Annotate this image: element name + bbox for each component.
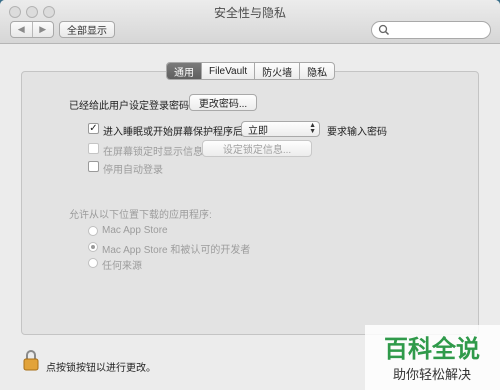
set-lock-message-button[interactable]: 设定锁定信息... [202, 140, 312, 157]
forward-button[interactable]: ▶ [31, 22, 54, 37]
option-anywhere: 任何来源 [102, 261, 142, 272]
tab-firewall[interactable]: 防火墙 [254, 63, 299, 79]
right-arrow-icon: ▶ [39, 24, 47, 34]
tab-general[interactable]: 通用 [167, 63, 201, 79]
select-arrows-icon: ▲ ▼ [309, 122, 316, 135]
tab-filevault[interactable]: FileVault [201, 63, 254, 79]
password-set-label: 已经给此用户设定登录密码 [69, 101, 189, 112]
lock-hint-text: 点按锁按钮以进行更改。 [46, 363, 156, 374]
search-icon [378, 24, 390, 36]
preferences-window: 安全性与隐私 ◀ ▶ 全部显示 通用 FileVault 防火墙 隐私 已经给此… [0, 0, 500, 390]
radio-mac-app-store[interactable] [88, 226, 98, 236]
password-delay-value: 立即 [248, 125, 268, 137]
option-mac-app-store: Mac App Store [102, 225, 168, 236]
require-password-label: 进入睡眠或开始屏幕保护程序后 [103, 127, 243, 138]
window-title: 安全性与隐私 [213, 6, 286, 20]
watermark-title: 百科全说 [384, 335, 480, 363]
change-password-button[interactable]: 更改密码... [189, 94, 257, 111]
tab-privacy[interactable]: 隐私 [299, 63, 334, 79]
tab-bar: 通用 FileVault 防火墙 隐私 [166, 62, 336, 80]
password-delay-select[interactable]: 立即 ▲ ▼ [241, 121, 320, 137]
require-password-suffix: 要求输入密码 [327, 127, 387, 138]
watermark-logo: 百科全说 助你轻松解决 [365, 325, 500, 390]
radio-anywhere[interactable] [88, 258, 98, 268]
disable-auto-login-label: 停用自动登录 [103, 165, 163, 176]
radio-identified-developers[interactable] [88, 242, 98, 252]
left-arrow-icon: ◀ [17, 24, 25, 34]
option-identified-developers: Mac App Store 和被认可的开发者 [102, 245, 251, 256]
download-section-label: 允许从以下位置下载的应用程序: [69, 210, 212, 221]
show-message-checkbox[interactable] [88, 143, 99, 154]
back-button[interactable]: ◀ [11, 22, 32, 37]
title-bar: 安全性与隐私 ◀ ▶ 全部显示 [0, 0, 500, 44]
back-forward-group: ◀ ▶ [10, 21, 54, 38]
disable-auto-login-checkbox[interactable] [88, 161, 99, 172]
show-all-button[interactable]: 全部显示 [59, 21, 115, 38]
watermark-subtitle: 助你轻松解决 [393, 368, 471, 383]
search-input[interactable] [371, 21, 491, 39]
lock-icon[interactable] [23, 349, 39, 371]
show-message-label: 在屏幕锁定时显示信息 [103, 147, 203, 158]
require-password-checkbox[interactable]: ✓ [88, 123, 99, 134]
